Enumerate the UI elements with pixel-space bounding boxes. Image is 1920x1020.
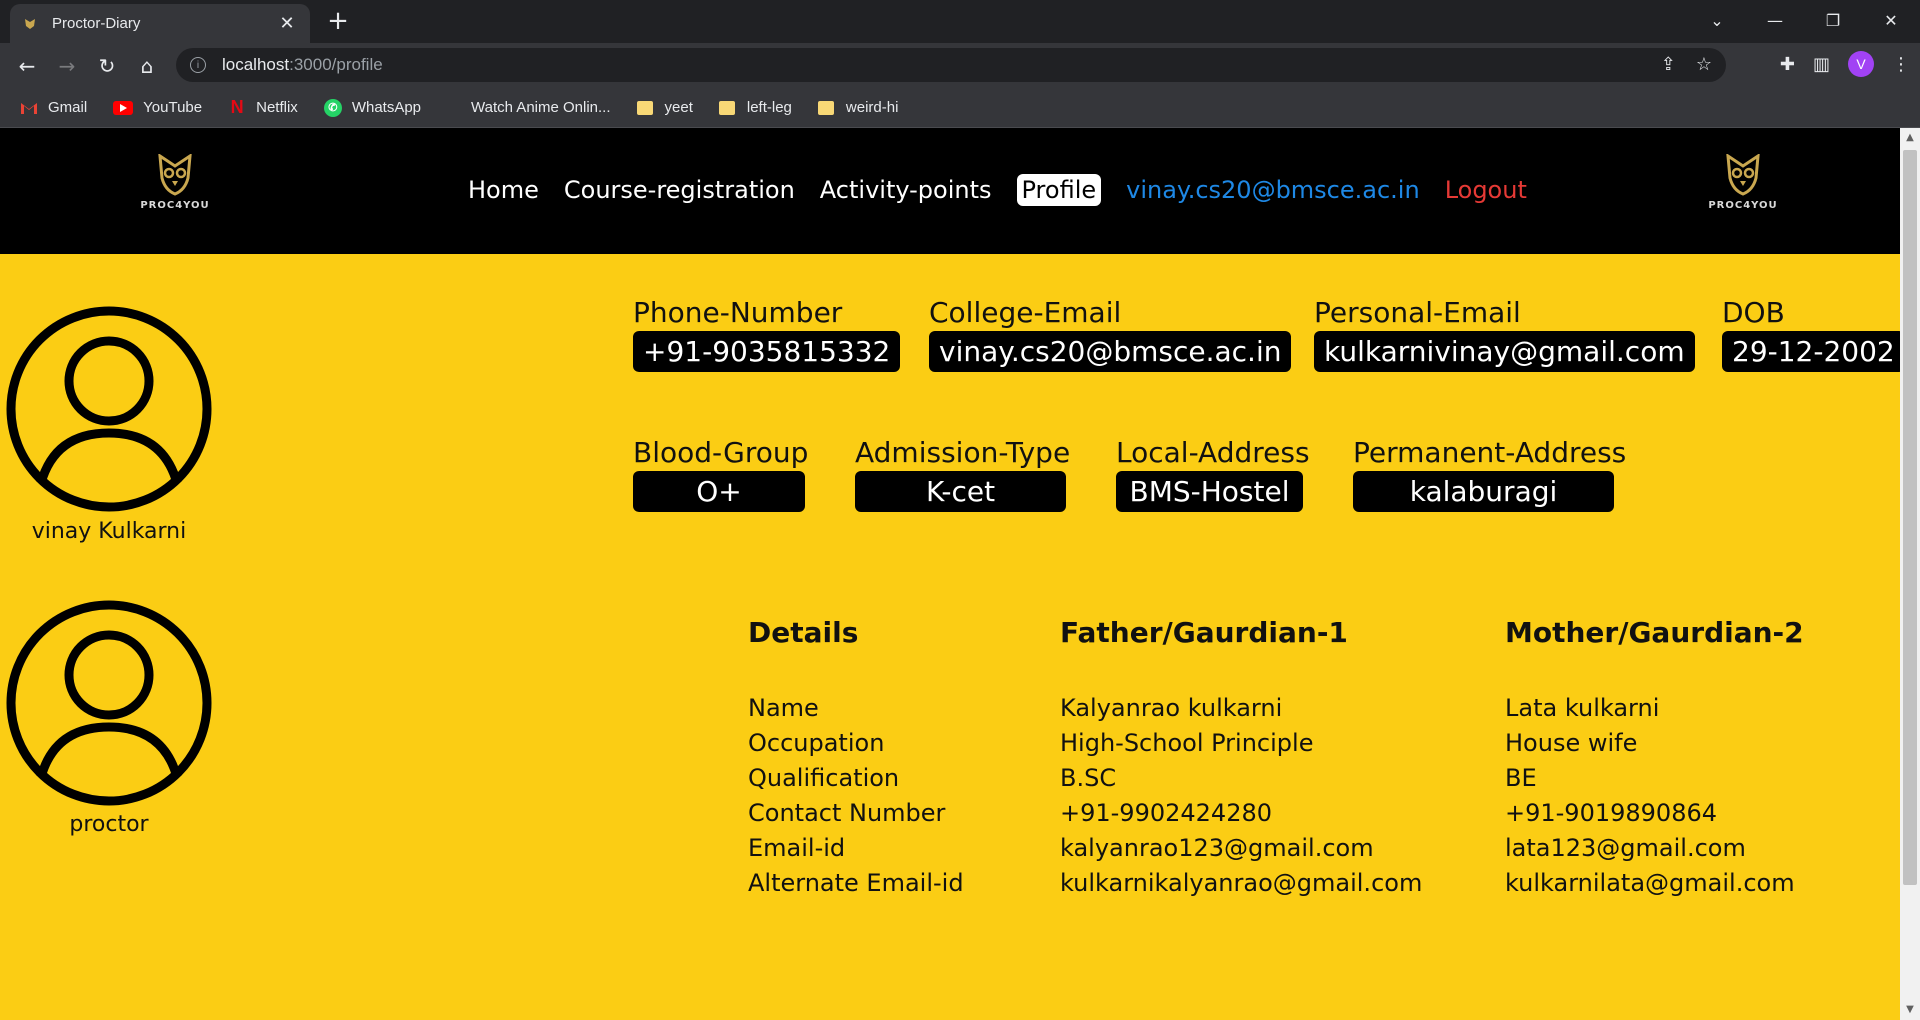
site-logo-right[interactable]: PROC4YOU — [1698, 154, 1788, 224]
nav-home[interactable]: Home — [468, 172, 539, 208]
restore-icon[interactable]: ❐ — [1804, 0, 1862, 40]
home-icon[interactable]: ⌂ — [132, 51, 162, 81]
folder-icon — [636, 100, 653, 115]
personal-email-value: kulkarnivinay@gmail.com — [1314, 331, 1695, 372]
dob-value: 29-12-2002 — [1722, 331, 1900, 372]
tab-search-icon[interactable]: ⌄ — [1688, 0, 1746, 40]
field-phone: Phone-Number +91-9035815332 — [633, 296, 901, 372]
phone-value: +91-9035815332 — [633, 331, 901, 372]
details-column-mother: Mother/Gaurdian-2 Lata kulkarni House wi… — [1505, 616, 1804, 901]
nav-logout[interactable]: Logout — [1445, 172, 1527, 208]
back-icon[interactable]: ← — [12, 51, 42, 81]
list-item: kulkarnilata@gmail.com — [1505, 869, 1795, 897]
scroll-down-icon[interactable]: ▼ — [1904, 1004, 1916, 1016]
bookmark-folder-weird-hi[interactable]: weird-hi — [817, 99, 898, 116]
list-item: +91-9019890864 — [1505, 799, 1718, 827]
owl-favicon-icon — [22, 16, 38, 32]
proctor-avatar-icon — [6, 600, 212, 806]
field-blood-group: Blood-Group O+ — [633, 436, 808, 512]
bookmark-anime[interactable]: Watch Anime Onlin... — [471, 99, 611, 116]
admission-type-value: K-cet — [855, 471, 1066, 512]
page-scrollbar[interactable]: ▲ ▼ — [1900, 128, 1920, 1020]
forward-icon[interactable]: → — [52, 51, 82, 81]
owl-logo-icon — [1726, 154, 1760, 196]
list-item: lata123@gmail.com — [1505, 834, 1746, 862]
whatsapp-icon: ✆ — [323, 98, 342, 117]
field-dob: DOB 29-12-2002 — [1722, 296, 1900, 372]
profile-avatar[interactable]: V — [1848, 51, 1874, 77]
side-panel-icon[interactable]: ▥ — [1813, 54, 1830, 75]
proctor-name: proctor — [69, 812, 149, 837]
browser-toolbar: ← → ↻ ⌂ i localhost:3000/profile ⇪ ☆ ✚ ▥… — [0, 43, 1920, 88]
list-item: Alternate Email-id — [748, 869, 964, 897]
student-name: vinay Kulkarni — [31, 519, 187, 544]
list-item: Lata kulkarni — [1505, 694, 1660, 722]
list-item: Name — [748, 694, 819, 722]
field-college-email: College-Email vinay.cs20@bmsce.ac.in — [929, 296, 1292, 372]
list-item: Email-id — [748, 834, 846, 862]
blood-group-value: O+ — [633, 471, 805, 512]
user-avatar-icon — [6, 306, 212, 512]
share-icon[interactable]: ⇪ — [1661, 54, 1676, 75]
list-item: House wife — [1505, 729, 1638, 757]
folder-icon — [817, 100, 834, 115]
extensions-icon[interactable]: ✚ — [1780, 54, 1795, 75]
folder-icon — [718, 100, 735, 115]
scroll-thumb[interactable] — [1903, 150, 1917, 885]
owl-logo-icon — [158, 154, 192, 196]
list-item: +91-9902424280 — [1060, 799, 1273, 827]
nav-user-email[interactable]: vinay.cs20@bmsce.ac.in — [1126, 172, 1420, 208]
close-window-icon[interactable]: ✕ — [1862, 0, 1920, 40]
list-item: Contact Number — [748, 799, 946, 827]
field-permanent-address: Permanent-Address kalaburagi — [1353, 436, 1626, 512]
bookmark-netflix[interactable]: N Netflix — [228, 97, 298, 117]
list-item: High-School Principle — [1060, 729, 1314, 757]
list-item: Kalyanrao kulkarni — [1060, 694, 1283, 722]
url-path: :3000/profile — [289, 55, 383, 74]
reload-icon[interactable]: ↻ — [92, 51, 122, 81]
main-nav: Home Course-registration Activity-points… — [468, 172, 1552, 208]
menu-icon[interactable]: ⋮ — [1892, 54, 1910, 75]
site-header: PROC4YOU Home Course-registration Activi… — [0, 128, 1900, 254]
bookmarks-bar: Gmail YouTube N Netflix ✆ WhatsApp Watch… — [0, 88, 1920, 128]
list-item: B.SC — [1060, 764, 1117, 792]
address-bar[interactable]: i localhost:3000/profile ⇪ ☆ — [176, 48, 1726, 82]
details-column-father: Father/Gaurdian-1 Kalyanrao kulkarni Hig… — [1060, 616, 1422, 901]
minimize-icon[interactable]: — — [1746, 0, 1804, 40]
bookmark-gmail[interactable]: Gmail — [20, 99, 87, 117]
list-item: Qualification — [748, 764, 900, 792]
details-column-labels: Details Name Occupation Qualification Co… — [748, 616, 964, 901]
bookmark-youtube[interactable]: YouTube — [113, 99, 202, 116]
bookmark-whatsapp[interactable]: ✆ WhatsApp — [323, 98, 421, 117]
field-local-address: Local-Address BMS-Hostel — [1116, 436, 1310, 512]
page-viewport: PROC4YOU Home Course-registration Activi… — [0, 128, 1900, 1020]
site-logo-left[interactable]: PROC4YOU — [130, 154, 220, 224]
new-tab-button[interactable]: + — [324, 8, 352, 36]
tab-bar: Proctor-Diary ✕ + ⌄ — ❐ ✕ — [0, 0, 1920, 43]
tab-title: Proctor-Diary — [52, 15, 141, 32]
url-host: localhost — [222, 55, 290, 74]
bookmark-folder-yeet[interactable]: yeet — [636, 99, 693, 116]
scroll-up-icon[interactable]: ▲ — [1904, 132, 1916, 144]
nav-activity-points[interactable]: Activity-points — [820, 172, 992, 208]
nav-course-registration[interactable]: Course-registration — [564, 172, 795, 208]
nav-profile[interactable]: Profile — [1016, 174, 1102, 206]
youtube-icon — [113, 100, 134, 115]
close-tab-icon[interactable]: ✕ — [276, 13, 298, 34]
gmail-icon — [20, 99, 38, 117]
college-email-value: vinay.cs20@bmsce.ac.in — [929, 331, 1292, 372]
list-item: kulkarnikalyanrao@gmail.com — [1060, 869, 1423, 897]
bookmark-star-icon[interactable]: ☆ — [1696, 54, 1712, 75]
local-address-value: BMS-Hostel — [1116, 471, 1303, 512]
list-item: Occupation — [748, 729, 885, 757]
list-item: BE — [1505, 764, 1537, 792]
field-personal-email: Personal-Email kulkarnivinay@gmail.com — [1314, 296, 1695, 372]
list-item: kalyanrao123@gmail.com — [1060, 834, 1374, 862]
site-info-icon[interactable]: i — [190, 57, 206, 73]
field-admission-type: Admission-Type K-cet — [855, 436, 1070, 512]
permanent-address-value: kalaburagi — [1353, 471, 1614, 512]
netflix-icon: N — [230, 97, 244, 117]
bookmark-folder-left-leg[interactable]: left-leg — [718, 99, 792, 116]
browser-tab[interactable]: Proctor-Diary ✕ — [10, 4, 310, 43]
